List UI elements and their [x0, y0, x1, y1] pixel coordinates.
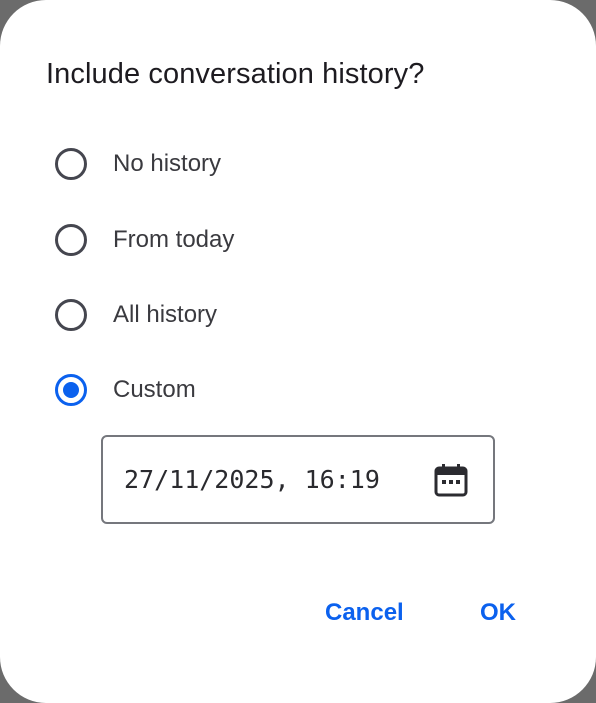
datetime-input[interactable]: 27/11/2025, 16:19: [101, 435, 495, 524]
option-label: No history: [113, 150, 222, 177]
option-label: Custom: [113, 376, 196, 403]
radio-button[interactable]: [55, 148, 87, 180]
option-label: All history: [113, 301, 218, 328]
datetime-value: 27/11/2025, 16:19: [124, 465, 380, 494]
calendar-icon[interactable]: [433, 462, 469, 498]
radio-button-selected[interactable]: [55, 374, 87, 406]
radio-button[interactable]: [55, 299, 87, 331]
cancel-button[interactable]: Cancel: [325, 597, 404, 629]
dialog-title: Include conversation history?: [46, 58, 425, 90]
option-all-history[interactable]: All history: [55, 295, 217, 335]
option-custom[interactable]: Custom: [55, 370, 196, 410]
option-from-today[interactable]: From today: [55, 220, 234, 260]
option-no-history[interactable]: No history: [55, 144, 221, 184]
ok-button[interactable]: OK: [480, 597, 516, 629]
option-label: From today: [113, 226, 235, 253]
radio-button[interactable]: [55, 224, 87, 256]
dialog: Include conversation history? No history…: [0, 0, 596, 703]
